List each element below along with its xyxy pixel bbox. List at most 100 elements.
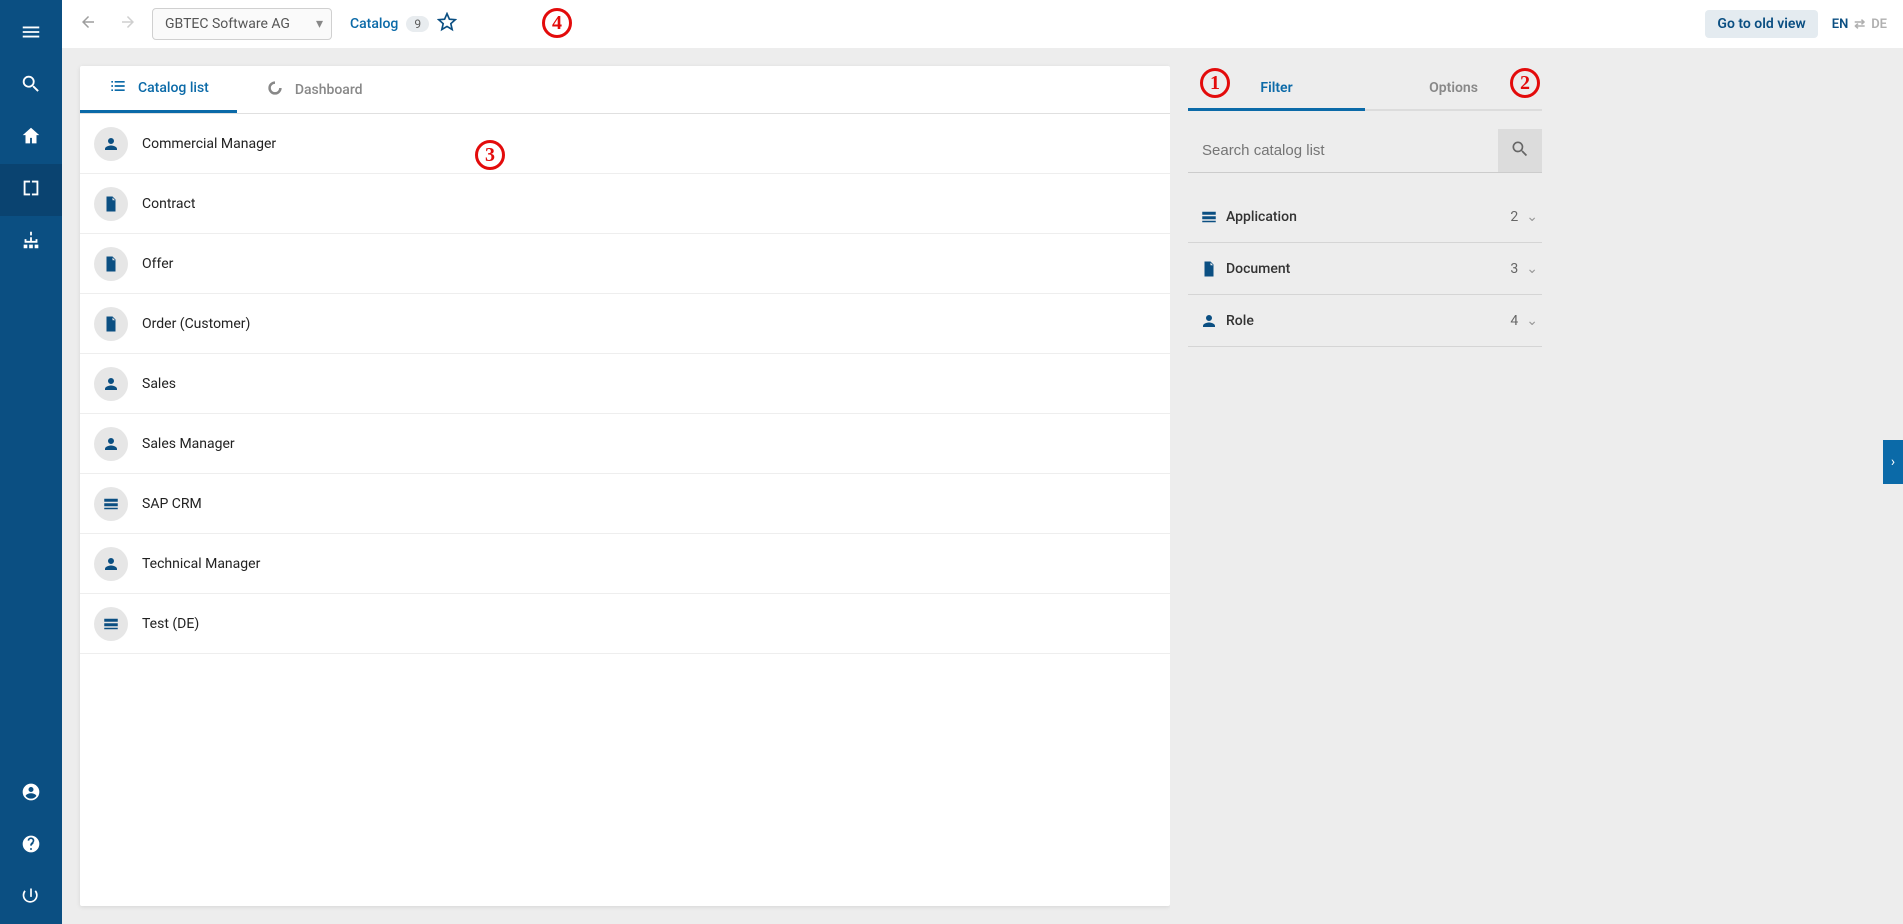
catalog-list: Commercial Manager Contract Offer Order (Cu… [80, 114, 1170, 906]
document-icon [1192, 260, 1226, 278]
menu-button[interactable] [0, 8, 62, 60]
filter-label: Role [1226, 313, 1510, 329]
old-view-button[interactable]: Go to old view [1705, 10, 1817, 38]
list-item[interactable]: Commercial Manager [80, 114, 1170, 174]
list-item-label: Offer [142, 256, 173, 272]
annotation-4: 4 [542, 8, 572, 38]
list-item[interactable]: Offer [80, 234, 1170, 294]
person-icon [94, 367, 128, 401]
hierarchy-icon [20, 229, 42, 255]
filter-list: Application2 ⌄ Document3 ⌄ Role4 ⌄ [1188, 191, 1542, 347]
donut-icon [265, 78, 285, 102]
application-icon [1192, 208, 1226, 226]
filter-search-button[interactable] [1498, 129, 1542, 173]
main-column: GBTEC Software AG ▾ Catalog 9 4 Go to ol… [62, 0, 1903, 924]
person-icon [94, 547, 128, 581]
repository-name: GBTEC Software AG [165, 16, 290, 32]
list-item[interactable]: Sales [80, 354, 1170, 414]
forward-button[interactable] [112, 8, 144, 40]
chevron-down-icon: ⌄ [1526, 209, 1538, 225]
breadcrumb-count-badge: 9 [406, 16, 429, 32]
list-item-label: Contract [142, 196, 195, 212]
list-item-label: Sales Manager [142, 436, 235, 452]
arrow-left-icon [79, 13, 97, 35]
catalog-nav-button[interactable] [0, 164, 62, 216]
home-icon [20, 125, 42, 151]
document-icon [94, 307, 128, 341]
account-nav-button[interactable] [0, 768, 62, 820]
chevron-down-icon: ⌄ [1526, 261, 1538, 277]
top-bar: GBTEC Software AG ▾ Catalog 9 4 Go to ol… [62, 0, 1903, 48]
filter-search [1188, 129, 1542, 173]
person-icon [94, 127, 128, 161]
tab-dashboard-label: Dashboard [295, 82, 363, 98]
arrow-right-icon [119, 13, 137, 35]
list-item[interactable]: Test (DE) [80, 594, 1170, 654]
list-item-label: Sales [142, 376, 176, 392]
person-icon [1192, 312, 1226, 330]
tab-catalog-list-label: Catalog list [138, 80, 209, 96]
list-item[interactable]: Sales Manager [80, 414, 1170, 474]
search-icon [1510, 139, 1530, 163]
tab-filter-label: Filter [1260, 80, 1292, 96]
search-nav-button[interactable] [0, 60, 62, 112]
chevron-right-icon: › [1891, 454, 1895, 470]
person-icon [94, 427, 128, 461]
list-icon [108, 76, 128, 100]
left-nav [0, 0, 62, 924]
star-icon [437, 12, 457, 36]
document-icon [94, 187, 128, 221]
list-item[interactable]: Contract [80, 174, 1170, 234]
swap-icon[interactable]: ⇄ [1854, 17, 1865, 32]
lang-de[interactable]: DE [1871, 17, 1887, 32]
caret-down-icon: ▾ [316, 16, 323, 32]
filter-label: Document [1226, 261, 1510, 277]
power-icon [21, 886, 41, 910]
breadcrumb-catalog[interactable]: Catalog [350, 16, 398, 32]
search-icon [20, 73, 42, 99]
filter-count: 4 [1510, 313, 1518, 329]
right-panel: Filter Options 1 2 Application2⌄Document… [1170, 48, 1550, 924]
back-button[interactable] [72, 8, 104, 40]
help-nav-button[interactable] [0, 820, 62, 872]
document-icon [94, 247, 128, 281]
repository-select[interactable]: GBTEC Software AG ▾ [152, 8, 332, 40]
power-nav-button[interactable] [0, 872, 62, 924]
list-item-label: SAP CRM [142, 496, 202, 512]
list-item[interactable]: Technical Manager [80, 534, 1170, 594]
collapse-right-panel-button[interactable]: › [1883, 440, 1903, 484]
language-switch: EN ⇄ DE [1832, 17, 1887, 32]
filter-search-input[interactable] [1188, 129, 1498, 173]
hierarchy-nav-button[interactable] [0, 216, 62, 268]
list-item-label: Order (Customer) [142, 316, 250, 332]
list-item[interactable]: SAP CRM [80, 474, 1170, 534]
breadcrumb: Catalog 9 [350, 12, 457, 36]
home-nav-button[interactable] [0, 112, 62, 164]
filter-row[interactable]: Role4 ⌄ [1188, 295, 1542, 347]
filter-count: 3 [1510, 261, 1518, 277]
help-icon [21, 834, 41, 858]
content-row: Catalog list Dashboard 3 Commercial Mana… [62, 48, 1903, 924]
annotation-3: 3 [475, 140, 505, 170]
account-icon [21, 782, 41, 806]
favorite-button[interactable] [437, 12, 457, 36]
panel-tabs: Catalog list Dashboard [80, 66, 1170, 114]
catalog-panel: Catalog list Dashboard 3 Commercial Mana… [80, 66, 1170, 906]
right-panel-tabs: Filter Options 1 2 [1188, 66, 1542, 111]
tab-options-label: Options [1429, 80, 1478, 96]
application-icon [94, 607, 128, 641]
filter-row[interactable]: Application2 ⌄ [1188, 191, 1542, 243]
annotation-1: 1 [1200, 68, 1230, 98]
filter-row[interactable]: Document3 ⌄ [1188, 243, 1542, 295]
annotation-2: 2 [1510, 68, 1540, 98]
lang-en[interactable]: EN [1832, 17, 1849, 32]
filter-label: Application [1226, 209, 1510, 225]
tab-catalog-list[interactable]: Catalog list [80, 66, 237, 113]
chevron-down-icon: ⌄ [1526, 313, 1538, 329]
filter-count: 2 [1510, 209, 1518, 225]
application-icon [94, 487, 128, 521]
tab-dashboard[interactable]: Dashboard [237, 66, 391, 113]
list-item-label: Technical Manager [142, 556, 260, 572]
list-item[interactable]: Order (Customer) [80, 294, 1170, 354]
list-item-label: Test (DE) [142, 616, 199, 632]
